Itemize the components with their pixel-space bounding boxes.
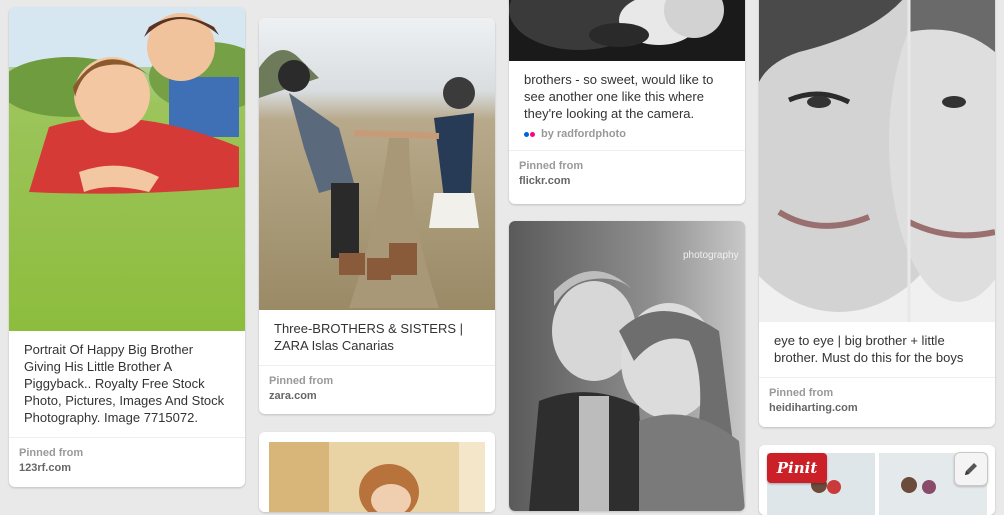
girl-portrait-photo-icon — [259, 432, 495, 512]
pencil-icon — [965, 463, 977, 475]
pin-credit[interactable]: by radfordphoto — [509, 128, 745, 150]
pin-image[interactable] — [9, 7, 245, 331]
eye-to-eye-photo-icon — [759, 0, 995, 322]
pin-card-eye-to-eye[interactable]: eye to eye | big brother + little brothe… — [759, 0, 995, 427]
pin-card-siblings[interactable]: photography — [509, 221, 745, 511]
pin-caption: Three-BROTHERS & SISTERS | ZARA Islas Ca… — [274, 321, 464, 353]
pin-card-portrait-partial[interactable] — [259, 432, 495, 512]
pinned-from-label: Pinned from — [269, 375, 334, 387]
pin-caption: brothers - so sweet, would like to see a… — [524, 72, 714, 121]
pin-source[interactable]: Pinned from flickr.com — [509, 150, 745, 196]
pin-card-brothers[interactable]: brothers - so sweet, would like to see a… — [509, 0, 745, 204]
pin-caption: eye to eye | big brother + little brothe… — [774, 333, 964, 365]
pin-source[interactable]: Pinned from zara.com — [259, 365, 495, 411]
pin-image[interactable] — [759, 0, 995, 322]
pinned-from-label: Pinned from — [519, 160, 584, 172]
pin-source-domain[interactable]: heidiharting.com — [769, 402, 985, 414]
pin-card-piggyback[interactable]: Portrait Of Happy Big Brother Giving His… — [9, 7, 245, 487]
flickr-icon — [524, 131, 535, 137]
pin-image[interactable] — [259, 18, 495, 310]
boys-piggyback-photo-icon — [9, 7, 245, 331]
pin-image[interactable]: photography — [509, 221, 745, 511]
black-white-siblings-photo-icon — [509, 221, 745, 511]
pin-source-domain[interactable]: zara.com — [269, 390, 485, 402]
photo-watermark: photography — [683, 250, 739, 261]
pin-source-domain[interactable]: 123rf.com — [19, 462, 235, 474]
pin-source[interactable]: Pinned from 123rf.com — [9, 437, 245, 483]
pin-image[interactable] — [259, 432, 495, 512]
pin-card-zara[interactable]: Three-BROTHERS & SISTERS | ZARA Islas Ca… — [259, 18, 495, 414]
black-white-hands-photo-icon — [509, 0, 745, 61]
pin-credit-text: by radfordphoto — [541, 128, 626, 140]
pinned-from-label: Pinned from — [769, 387, 834, 399]
children-holding-hands-photo-icon — [259, 18, 495, 310]
pin-source-domain[interactable]: flickr.com — [519, 175, 735, 187]
edit-button[interactable] — [954, 452, 988, 486]
pin-source[interactable]: Pinned from heidiharting.com — [759, 377, 995, 423]
pinned-from-label: Pinned from — [19, 447, 84, 459]
pin-caption: Portrait Of Happy Big Brother Giving His… — [24, 342, 225, 425]
pin-image[interactable] — [509, 0, 745, 61]
pinit-button[interactable]: Pinit — [767, 453, 827, 483]
